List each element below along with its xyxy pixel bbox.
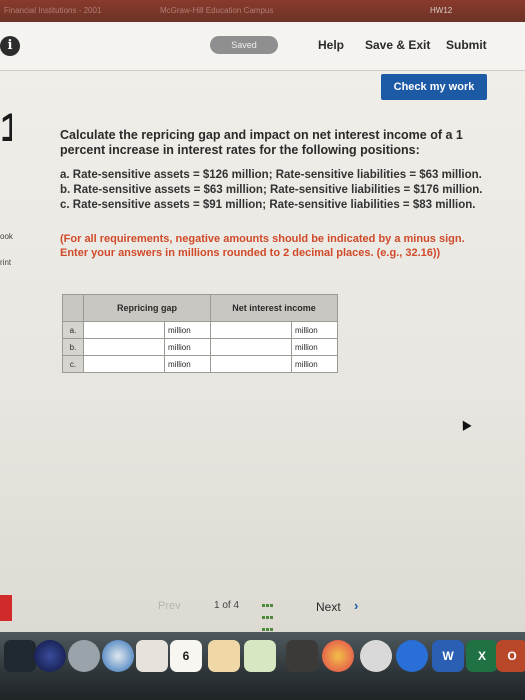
siri-icon[interactable] [34,640,66,672]
position-b: b. Rate-sensitive assets = $63 million; … [60,184,483,196]
table-row: c. million million [62,355,338,373]
chevron-right-icon[interactable]: › [354,598,358,613]
dock: 6 W X O [0,632,525,700]
messages-icon[interactable] [360,640,392,672]
net-interest-income-input-a[interactable] [210,321,292,339]
ebook-link[interactable]: ook [0,232,13,241]
question-prompt: Calculate the repricing gap and impact o… [60,128,463,157]
unit-label: million [291,338,338,356]
browser-title-bar: Financial Institutions - 2001 McGraw-Hil… [0,0,525,22]
row-label: a. [62,321,84,339]
photos-app-icon[interactable] [286,640,318,672]
current-page: 1 [214,600,220,611]
net-interest-income-input-b[interactable] [210,338,292,356]
unit-label: million [291,355,338,373]
table-header-row: Repricing gap Net interest income [62,294,338,322]
browser-tab-left[interactable]: Financial Institutions - 2001 [4,6,101,15]
pagination: Prev 1 of 4 Next › [0,596,525,631]
position-a: a. Rate-sensitive assets = $126 million;… [60,169,482,181]
excel-icon[interactable]: X [466,640,498,672]
info-icon[interactable]: i [0,36,20,56]
photos-icon[interactable] [322,640,354,672]
prev-button[interactable]: Prev [158,600,181,612]
header-blank-cell [62,294,84,322]
submit-button[interactable]: Submit [446,38,487,52]
safari-icon[interactable] [102,640,134,672]
next-button[interactable]: Next [316,600,341,614]
row-label: b. [62,338,84,356]
maps-icon[interactable] [244,640,276,672]
browser-tab-mid[interactable]: McGraw-Hill Education Campus [160,6,273,15]
header-net-interest-income: Net interest income [210,294,338,322]
repricing-gap-input-c[interactable] [83,355,165,373]
page-indicator: 1 of 4 [214,600,239,611]
top-toolbar: i Saved Help Save & Exit Submit [0,22,525,71]
notes-icon[interactable] [208,640,240,672]
question-number: 1 [0,108,12,150]
calendar-icon[interactable]: 6 [170,640,202,672]
unit-label: million [291,321,338,339]
positions-list: a. Rate-sensitive assets = $126 million;… [60,168,500,213]
unit-label: million [164,321,211,339]
table-row: b. million million [62,338,338,356]
word-icon[interactable]: W [432,640,464,672]
net-interest-income-input-c[interactable] [210,355,292,373]
page-total: of 4 [222,600,240,611]
check-my-work-button[interactable]: Check my work [381,74,487,100]
assignment-page: i Saved Help Save & Exit Submit Check my… [0,22,525,632]
row-label: c. [62,355,84,373]
mouse-cursor-icon [458,418,472,431]
answer-instruction: (For all requirements, negative amounts … [60,233,465,259]
browser-tab-title[interactable]: HW12 [430,6,452,15]
answer-table: Repricing gap Net interest income a. mil… [62,294,338,373]
outlook-icon[interactable]: O [496,640,525,672]
launchpad-icon[interactable] [68,640,100,672]
repricing-gap-input-b[interactable] [83,338,165,356]
grid-icon[interactable] [262,599,276,631]
unit-label: million [164,355,211,373]
help-button[interactable]: Help [318,38,344,52]
header-repricing-gap: Repricing gap [83,294,211,322]
repricing-gap-input-a[interactable] [83,321,165,339]
unit-label: million [164,338,211,356]
position-c: c. Rate-sensitive assets = $91 million; … [60,199,476,211]
print-link[interactable]: rint [0,258,11,267]
contacts-icon[interactable] [136,640,168,672]
save-exit-button[interactable]: Save & Exit [365,38,430,52]
finder-icon[interactable] [4,640,36,672]
saved-status-badge: Saved [210,36,278,54]
table-row: a. million million [62,321,338,339]
app-store-icon[interactable] [396,640,428,672]
